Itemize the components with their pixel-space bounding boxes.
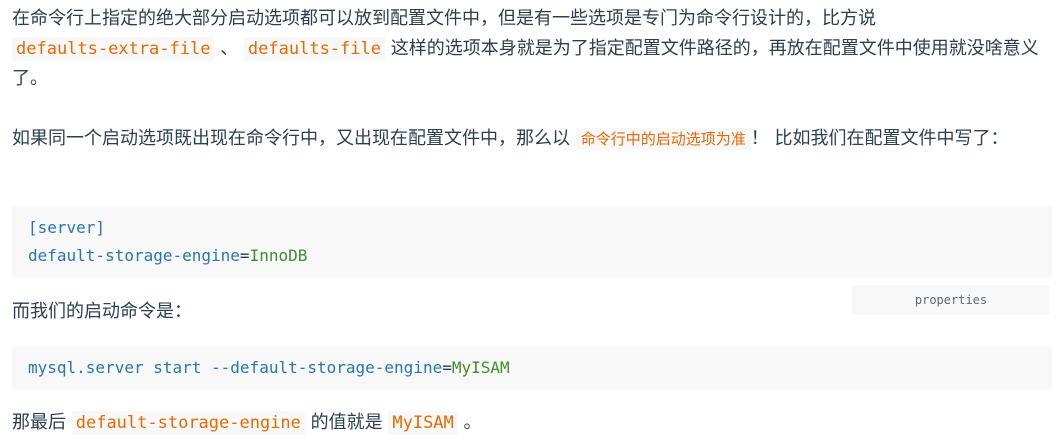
code-setting-value: InnoDB [249, 246, 308, 265]
para3-text: 而我们的启动命令是： [12, 301, 192, 322]
code-setting-key: default-storage-engine [28, 246, 240, 265]
inline-code-myisam: MyISAM [388, 411, 458, 435]
paragraph-command-intro: 而我们的启动命令是： [12, 297, 1052, 327]
code-line-command: mysql.server start --default-storage-eng… [12, 354, 1052, 382]
inline-highlight-precedence: 命令行中的启动选项为准 [575, 128, 751, 150]
inline-code-default-storage-engine: default-storage-engine [71, 411, 305, 435]
para2-after: ！ 比如我们在配置文件中写了： [750, 128, 1009, 149]
para4-after: 。 [457, 412, 482, 433]
inline-code-defaults-file: defaults-file [243, 37, 385, 61]
code-section-header: [server] [28, 218, 106, 237]
para4-before: 那最后 [12, 412, 72, 433]
para2-before: 如果同一个启动选项既出现在命令行中，又出现在配置文件中，那么以 [12, 128, 576, 149]
para4-middle: 的值就是 [304, 412, 389, 433]
inline-code-defaults-extra-file: defaults-extra-file [12, 37, 215, 61]
code-command-equals: = [442, 358, 452, 377]
paragraph-result: 那最后 default-storage-engine 的值就是 MyISAM 。 [12, 408, 1052, 438]
code-line-setting: default-storage-engine=InnoDB [12, 242, 1052, 270]
code-command-value: MyISAM [451, 358, 510, 377]
code-command: mysql.server start --default-storage-eng… [28, 358, 443, 377]
para1-text: 在命令行上指定的绝大部分启动选项都可以放到配置文件中，但是有一些选项是专门为命令… [12, 8, 876, 29]
code-block-command: mysql.server start --default-storage-eng… [12, 346, 1052, 390]
paragraph-config-intro: 在命令行上指定的绝大部分启动选项都可以放到配置文件中，但是有一些选项是专门为命令… [12, 4, 1052, 94]
paragraph-precedence: 如果同一个启动选项既出现在命令行中，又出现在配置文件中，那么以 命令行中的启动选… [12, 124, 1052, 154]
code-setting-equals: = [239, 246, 250, 265]
code-line-section: [server] [12, 214, 1052, 242]
para1-separator: 、 [214, 38, 244, 59]
code-block-config: [server] default-storage-engine=InnoDB [12, 206, 1052, 278]
